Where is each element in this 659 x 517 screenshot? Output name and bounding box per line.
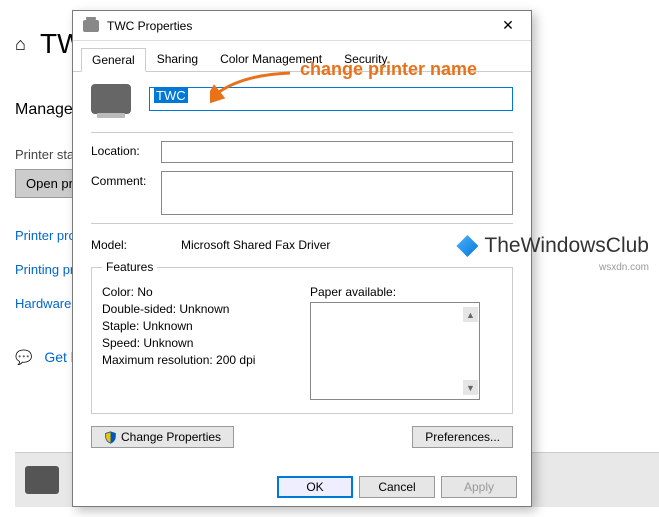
- link-hardware-properties[interactable]: Hardware: [15, 296, 71, 311]
- paper-available-listbox[interactable]: ▲ ▼: [310, 302, 480, 400]
- get-help-row: 💬 Get h: [15, 349, 79, 366]
- titlebar: TWC Properties ✕: [73, 11, 531, 41]
- home-icon[interactable]: ⌂: [15, 34, 26, 55]
- dialog-body: TWC Location: Comment: Model: Microsoft …: [73, 72, 531, 456]
- printer-name-value: TWC: [154, 88, 188, 103]
- cancel-button[interactable]: Cancel: [359, 476, 435, 498]
- feature-double-sided: Double-sided: Unknown: [102, 302, 294, 316]
- separator-2: [91, 223, 513, 224]
- preferences-button[interactable]: Preferences...: [412, 426, 513, 448]
- scroll-down-icon[interactable]: ▼: [463, 380, 478, 395]
- annotation-arrow-icon: [210, 67, 310, 107]
- printer-name-input[interactable]: TWC: [149, 87, 513, 111]
- watermark-subtext: wsxdn.com: [599, 262, 649, 273]
- feature-staple: Staple: Unknown: [102, 319, 294, 333]
- bg-manage-heading: Manage: [15, 101, 73, 119]
- tab-general[interactable]: General: [81, 48, 146, 72]
- dialog-action-row: OK Cancel Apply: [277, 476, 517, 498]
- model-value: Microsoft Shared Fax Driver: [181, 238, 330, 252]
- chat-icon: 💬: [15, 349, 32, 365]
- ok-button[interactable]: OK: [277, 476, 353, 498]
- model-label: Model:: [91, 238, 151, 252]
- comment-label: Comment:: [91, 171, 151, 188]
- features-group: Features Color: No Double-sided: Unknown…: [91, 260, 513, 414]
- tab-sharing[interactable]: Sharing: [146, 47, 209, 71]
- close-button[interactable]: ✕: [491, 15, 525, 37]
- annotation: change printer name: [230, 59, 477, 80]
- printer-icon: [83, 20, 99, 32]
- feature-speed: Speed: Unknown: [102, 336, 294, 350]
- location-input[interactable]: [161, 141, 513, 163]
- link-printing-preferences[interactable]: Printing pr: [15, 262, 74, 277]
- location-label: Location:: [91, 141, 151, 158]
- feature-max-resolution: Maximum resolution: 200 dpi: [102, 353, 294, 367]
- printer-large-icon: [91, 84, 131, 114]
- apply-button[interactable]: Apply: [441, 476, 517, 498]
- printer-thumbnail-icon: [25, 466, 59, 494]
- watermark: TheWindowsClub: [456, 234, 649, 258]
- separator: [91, 132, 513, 133]
- scroll-up-icon[interactable]: ▲: [463, 307, 478, 322]
- link-printer-properties[interactable]: Printer pro: [15, 228, 76, 243]
- watermark-logo-icon: [456, 235, 478, 257]
- dialog-title: TWC Properties: [107, 19, 491, 33]
- comment-input[interactable]: [161, 171, 513, 215]
- change-properties-button[interactable]: Change Properties: [91, 426, 234, 448]
- features-legend: Features: [102, 260, 157, 274]
- shield-icon: [104, 431, 117, 444]
- feature-color: Color: No: [102, 285, 294, 299]
- change-properties-label: Change Properties: [121, 430, 221, 444]
- bg-printer-status-label: Printer sta: [15, 147, 74, 162]
- paper-available-label: Paper available:: [310, 285, 502, 299]
- watermark-text: TheWindowsClub: [484, 234, 649, 258]
- preferences-label: Preferences...: [425, 430, 500, 444]
